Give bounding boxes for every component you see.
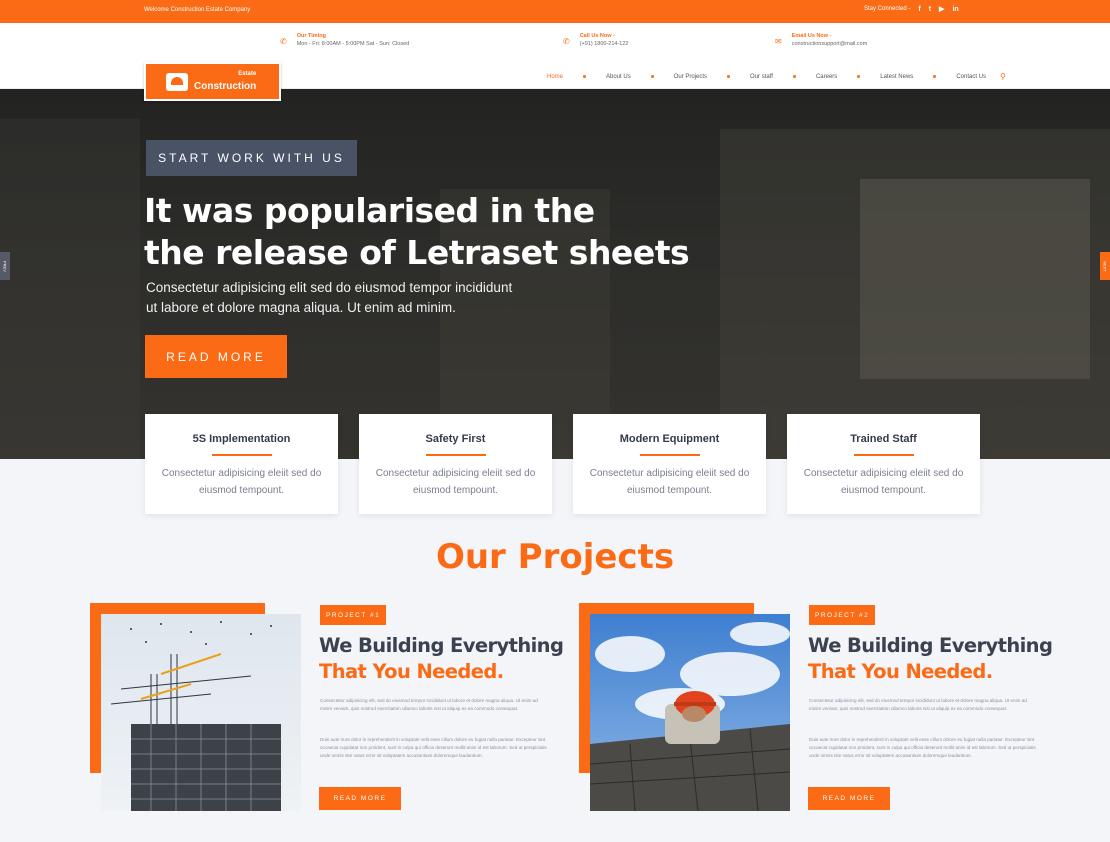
features-row: 5S Implementation Consectetur adipisicin…	[145, 414, 980, 514]
feature-divider	[211, 454, 272, 456]
feature-divider	[853, 454, 914, 456]
hero-subtitle-line: ut labore et dolore magna aliqua. Ut eni…	[146, 300, 456, 315]
feature-text: Consectetur adipisicing eleiit sed do ei…	[161, 468, 322, 496]
project-title-line: We Building Everything	[808, 634, 1053, 657]
nav-about-us[interactable]: About Us	[606, 74, 631, 80]
top-bar: Welcome Construction Estate Company Stay…	[0, 0, 1110, 23]
hero-read-more-button[interactable]: READ MORE	[145, 335, 287, 378]
prev-slide-button[interactable]: PREV	[0, 252, 10, 280]
feature-card: Trained Staff Consectetur adipisicing el…	[787, 414, 980, 514]
feature-divider	[639, 454, 700, 456]
project-read-more-button[interactable]: READ MORE	[319, 787, 401, 810]
facebook-icon[interactable]: f	[918, 6, 920, 13]
info-timing: ✆ Our Timing Mon - Fri: 8:00AM - 5:00PM …	[280, 33, 409, 47]
feature-text: Consectetur adipisicing eleiit sed do ei…	[589, 468, 750, 496]
project-badge: PROJECT #2	[809, 605, 876, 625]
nav-careers[interactable]: Careers	[816, 74, 837, 80]
project-image-worker	[590, 614, 790, 811]
youtube-icon[interactable]: ▶	[939, 5, 944, 13]
welcome-text: Welcome Construction Estate Company	[144, 7, 251, 13]
project-paragraph: Duis aute irure dolor in reprehenderit i…	[320, 737, 547, 758]
feature-title: Trained Staff	[850, 433, 917, 445]
helmet-logo-icon	[166, 72, 188, 91]
hero-subtitle: Consectetur adipisicing elit sed do eius…	[146, 278, 566, 318]
nav-separator	[792, 75, 796, 78]
feature-card: Safety First Consectetur adipisicing ele…	[359, 414, 552, 514]
nav-our-staff[interactable]: Our staff	[750, 74, 773, 80]
project-image-cranes	[101, 614, 301, 811]
info-value: Mon - Fri: 8:00AM - 5:00PM Sat - Sun: Cl…	[296, 41, 410, 47]
search-icon[interactable]: ⚲	[1000, 72, 1006, 81]
twitter-icon[interactable]: t	[929, 6, 931, 13]
hero-subtitle-line: Consectetur adipisicing elit sed do eius…	[146, 280, 513, 295]
project-paragraph: Duis aute irure dolor in reprehenderit i…	[809, 737, 1036, 758]
project-badge: PROJECT #1	[320, 605, 387, 625]
social-links: Stay Connected - f t ▶ in	[864, 5, 959, 14]
feature-title: 5S Implementation	[192, 433, 291, 445]
feature-title: Modern Equipment	[619, 433, 720, 445]
phone-icon: ✆	[563, 37, 570, 46]
logo[interactable]: Estate Construction	[144, 62, 281, 101]
hero-title-line: It was popularised in the	[144, 191, 595, 230]
info-title: Email Us Now -	[791, 33, 832, 39]
nav-latest-news[interactable]: Latest News	[880, 74, 913, 80]
project-title: We Building Everything That You Needed.	[319, 633, 564, 685]
feature-divider	[425, 454, 486, 456]
hero-title: It was popularised in the the release of…	[144, 190, 690, 274]
feature-card: Modern Equipment Consectetur adipisicing…	[573, 414, 766, 514]
feature-title: Safety First	[425, 433, 486, 445]
logo-small-text: Estate	[238, 70, 257, 77]
project-read-more-button[interactable]: READ MORE	[808, 787, 890, 810]
project-title: We Building Everything That You Needed.	[808, 633, 1053, 685]
info-bar: ✆ Our Timing Mon - Fri: 8:00AM - 5:00PM …	[0, 23, 1110, 60]
mail-icon: ✉	[775, 37, 782, 46]
project-card: PROJECT #2 We Building Everything That Y…	[579, 603, 1079, 813]
section-title: Our Projects	[435, 537, 675, 577]
project-paragraph: Consectetur adipisicing elit, sed do eiu…	[809, 698, 1027, 711]
nav-home[interactable]: Home	[547, 74, 563, 80]
project-title-highlight: That You Needed.	[319, 660, 504, 683]
nav-separator	[933, 75, 937, 78]
next-slide-button[interactable]: NEXT	[1100, 252, 1110, 280]
logo-big-text: Construction	[194, 80, 257, 92]
info-email: ✉ Email Us Now - constructionsupport@mai…	[775, 33, 867, 47]
project-paragraph: Consectetur adipisicing elit, sed do eiu…	[320, 698, 538, 711]
info-value[interactable]: constructionsupport@mail.com	[792, 41, 868, 47]
nav-separator	[727, 75, 731, 78]
main-nav: Home About Us Our Projects Our staff Car…	[547, 72, 1006, 81]
project-title-highlight: That You Needed.	[808, 660, 993, 683]
info-title: Our Timing	[296, 33, 326, 39]
nav-contact-us[interactable]: Contact Us	[956, 74, 986, 80]
feature-text: Consectetur adipisicing eleiit sed do ei…	[803, 468, 964, 496]
info-title: Call Us Now -	[579, 33, 615, 39]
linkedin-icon[interactable]: in	[952, 6, 958, 13]
feature-text: Consectetur adipisicing eleiit sed do ei…	[375, 468, 536, 496]
info-value[interactable]: (+91) 1800-214-122	[580, 41, 629, 47]
stay-connected-label: Stay Connected -	[864, 6, 911, 12]
phone-icon: ✆	[280, 37, 287, 46]
project-card: PROJECT #1 We Building Everything That Y…	[90, 603, 590, 813]
nav-our-projects[interactable]: Our Projects	[674, 74, 707, 80]
feature-card: 5S Implementation Consectetur adipisicin…	[145, 414, 338, 514]
project-title-line: We Building Everything	[319, 634, 564, 657]
nav-separator	[583, 75, 587, 78]
hero-tag: START WORK WITH US	[146, 140, 357, 176]
hero-title-line: the release of Letraset sheets	[144, 233, 690, 272]
nav-separator	[650, 75, 654, 78]
nav-separator	[857, 75, 861, 78]
info-call: ✆ Call Us Now - (+91) 1800-214-122	[563, 33, 628, 47]
